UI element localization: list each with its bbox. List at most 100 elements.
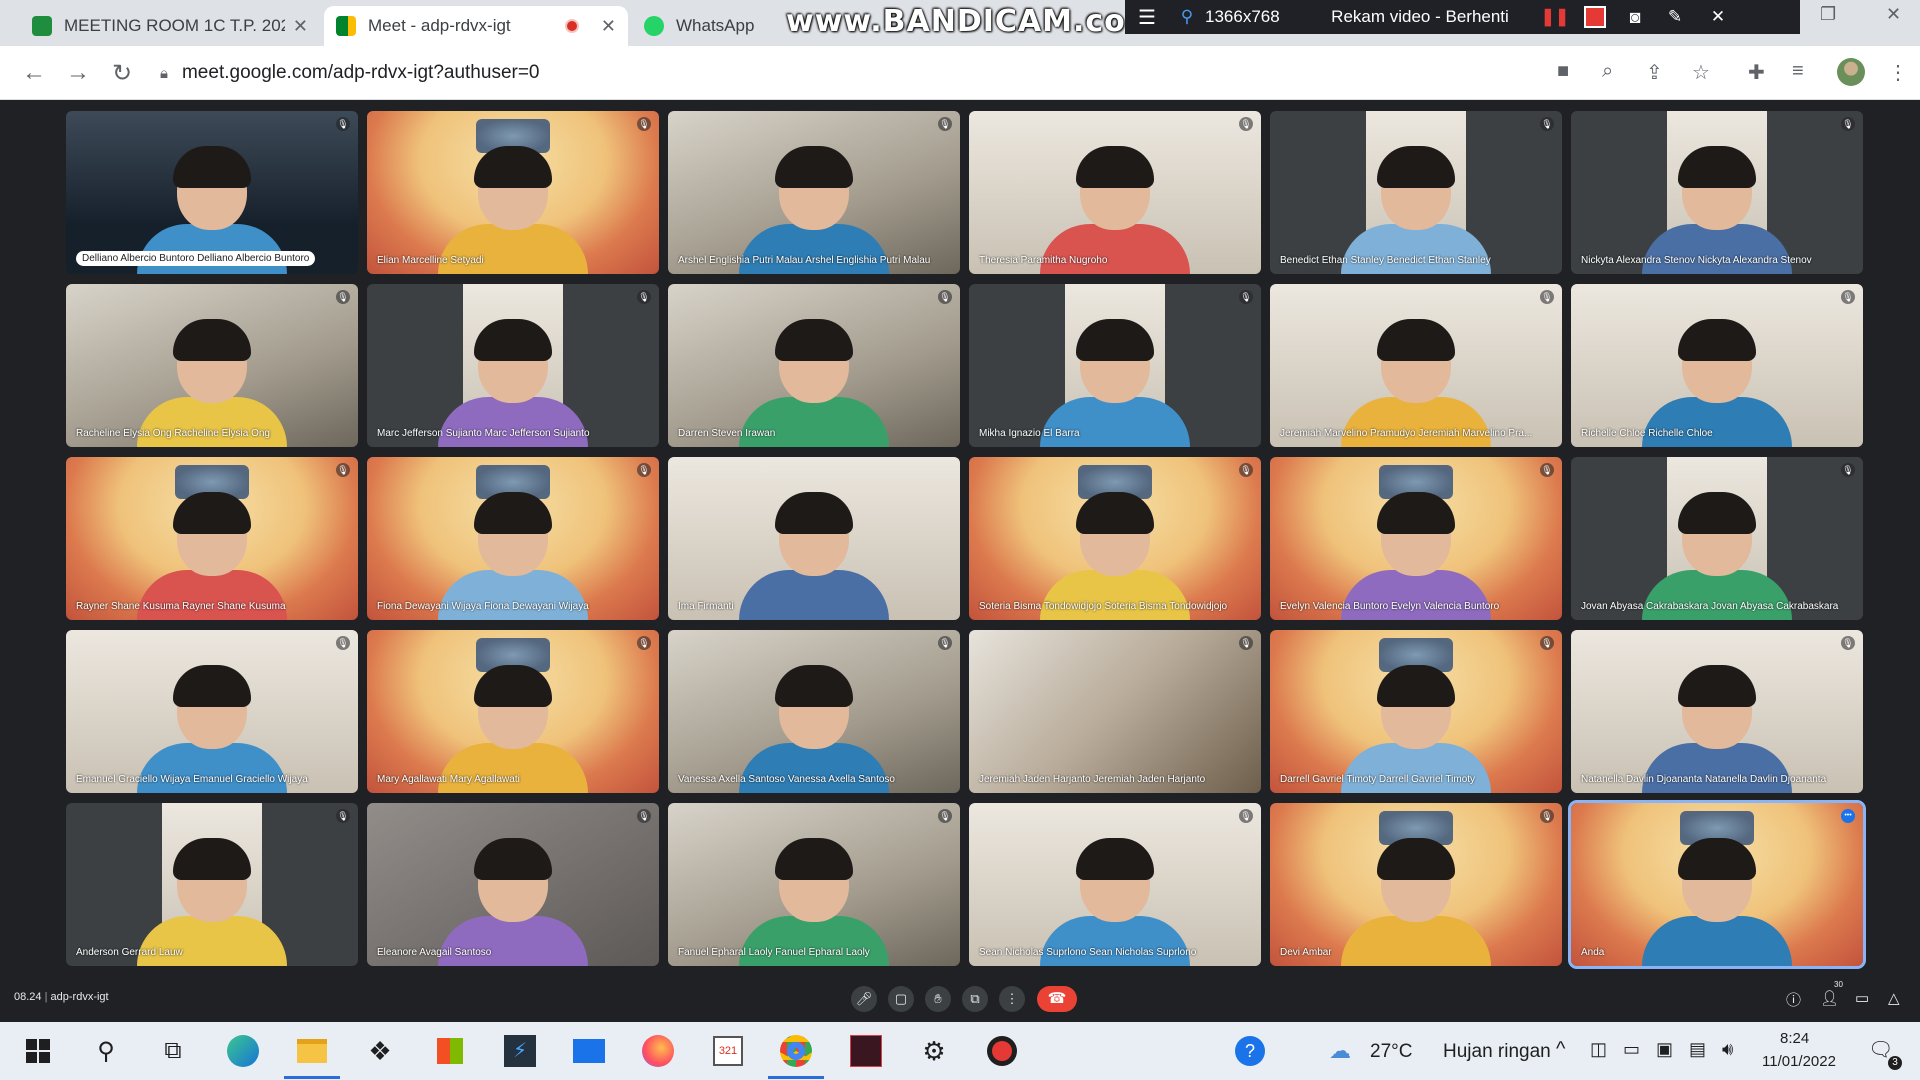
help-icon[interactable]: ? [1232, 1033, 1268, 1069]
restore-window-icon[interactable]: ❐ [1820, 4, 1836, 25]
microphone-button[interactable]: 🎤︎ [851, 986, 877, 1012]
capcut-icon[interactable] [848, 1033, 884, 1069]
mic-muted-icon: 🎙︎ [1841, 117, 1855, 131]
battery-icon[interactable]: ▭ [1623, 1039, 1640, 1060]
stop-button[interactable] [1575, 0, 1615, 34]
store-icon[interactable] [432, 1033, 468, 1069]
chrome-icon[interactable] [778, 1033, 814, 1069]
participant-tile[interactable]: Ima Firmanti [668, 457, 960, 620]
pause-icon[interactable]: ❚❚ [1535, 0, 1575, 34]
power-apps-icon[interactable]: ⚡︎ [502, 1033, 538, 1069]
file-explorer-icon[interactable] [294, 1033, 330, 1069]
reload-icon[interactable]: ↻ [112, 59, 132, 88]
participant-tile[interactable]: 🎙︎ Emanuel Graciello Wijaya Emanuel Graci… [66, 630, 358, 793]
chat-icon[interactable]: ▭ [1855, 989, 1869, 1007]
tab-whatsapp[interactable]: WhatsApp [632, 6, 782, 46]
close-tab-icon[interactable]: ✕ [293, 16, 308, 37]
participant-tile[interactable]: 🎙︎ Natanella Davlin Djoananta Natanella D… [1571, 630, 1863, 793]
bookmark-star-icon[interactable]: ☆ [1692, 60, 1710, 85]
back-icon[interactable]: ← [22, 59, 46, 87]
task-view-icon[interactable]: ⧉ [155, 1033, 191, 1069]
address-bar[interactable]: 🔒︎ meet.google.com/adp-rdvx-igt?authuser… [160, 55, 1540, 91]
network-icon[interactable]: ▤ [1689, 1039, 1706, 1060]
participant-tile[interactable]: 🎙︎ Marc Jefferson Sujianto Marc Jefferson… [367, 284, 659, 447]
more-menu-icon[interactable]: ⋮ [1888, 60, 1908, 85]
participant-tile[interactable]: 🎙︎ Evelyn Valencia Buntoro Evelyn Valenci… [1270, 457, 1562, 620]
participant-tile[interactable]: 🎙︎ Vanessa Axella Santoso Vanessa Axella … [668, 630, 960, 793]
close-tab-icon[interactable]: ✕ [601, 16, 616, 37]
people-icon[interactable]: 👤︎ [1820, 989, 1839, 1007]
raise-hand-button[interactable]: ✋︎ [925, 986, 951, 1012]
edge-icon[interactable] [225, 1033, 261, 1069]
participant-name: Natanella Davlin Djoananta Natanella Dav… [1581, 774, 1827, 785]
clock-date[interactable]: 11/01/2022 [1762, 1053, 1836, 1070]
dropbox-icon[interactable]: ❖ [362, 1033, 398, 1069]
camera-button[interactable]: ▢ [888, 986, 914, 1012]
weather-description[interactable]: Hujan ringan [1443, 1041, 1551, 1063]
settings-gear-icon[interactable]: ⚙ [916, 1033, 952, 1069]
participant-name: Fiona Dewayani Wijaya Fiona Dewayani Wij… [377, 601, 589, 612]
participant-tile[interactable]: 🎙︎ Anderson Gerrard Lauw [66, 803, 358, 966]
resolution-label: 1366x768 [1205, 7, 1280, 26]
profile-avatar[interactable] [1837, 58, 1865, 86]
participant-head [173, 146, 251, 230]
bandicam-record-icon[interactable] [984, 1033, 1020, 1069]
clock-time[interactable]: 8:24 [1780, 1030, 1809, 1047]
camera-icon[interactable]: ■ [1557, 60, 1569, 83]
participant-tile[interactable]: 🎙︎ Benedict Ethan Stanley Benedict Ethan … [1270, 111, 1562, 274]
participant-tile[interactable]: 🎙︎ Theresia Paramitha Nugroho [969, 111, 1261, 274]
meeting-details-icon[interactable]: ⓘ [1786, 989, 1801, 1010]
participant-tile[interactable]: 🎙︎ Richelle Chloe Richelle Chloe [1571, 284, 1863, 447]
participant-tile[interactable]: 🎙︎ Eleanore Avagail Santoso [367, 803, 659, 966]
close-recorder-icon[interactable]: ✕ [1695, 0, 1741, 34]
participant-tile[interactable]: 🎙︎ Darren Steven Irawan [668, 284, 960, 447]
participant-tile[interactable]: 🎙︎ Soteria Bisma Tondowidjojo Soteria Bis… [969, 457, 1261, 620]
participant-tile[interactable]: 🎙︎ Jeremiah Marvelino Pramudyo Jeremiah M… [1270, 284, 1562, 447]
firefox-icon[interactable] [640, 1033, 676, 1069]
participant-tile[interactable]: 🎙︎ Mary Agallawati Mary Agallawati [367, 630, 659, 793]
participant-tile[interactable]: 🎙︎ Rayner Shane Kusuma Rayner Shane Kusum… [66, 457, 358, 620]
participant-tile[interactable]: 🎙︎ Racheline Elysia Ong Racheline Elysia … [66, 284, 358, 447]
weather-temperature[interactable]: 27°C [1370, 1041, 1412, 1063]
screenshot-icon[interactable]: ◙ [1615, 0, 1655, 34]
mic-muted-icon: 🎙︎ [938, 809, 952, 823]
mail-icon[interactable] [571, 1033, 607, 1069]
share-icon[interactable]: ⇪ [1646, 60, 1663, 85]
windows-start-icon[interactable] [20, 1033, 56, 1069]
menu-icon[interactable]: ☰ [1125, 0, 1169, 34]
mic-muted-icon: 🎙︎ [336, 636, 350, 650]
participant-tile[interactable]: 🎙︎ Elian Marcelline Setyadi [367, 111, 659, 274]
present-screen-button[interactable]: ⧉ [962, 986, 988, 1012]
participant-tile[interactable]: 🎙︎ Delliano Albercio Buntoro Delliano Alb… [66, 111, 358, 274]
participant-tile[interactable]: 🎙︎ Arshel Englishia Putri Malau Arshel En… [668, 111, 960, 274]
more-options-button[interactable]: ⋮ [999, 986, 1025, 1012]
pin-icon[interactable]: ⚲ [1169, 0, 1205, 34]
calendar-app-icon[interactable]: 321 [710, 1033, 746, 1069]
leave-call-button[interactable]: ☎︎ [1037, 986, 1077, 1012]
volume-icon[interactable]: 🔊︎ [1722, 1039, 1733, 1060]
search-icon[interactable]: ⚲ [88, 1033, 124, 1069]
participant-tile[interactable]: 🎙︎ Jeremiah Jaden Harjanto Jeremiah Jaden… [969, 630, 1261, 793]
display-icon[interactable]: ▣ [1656, 1039, 1673, 1060]
participant-tile[interactable]: 🎙︎ Fiona Dewayani Wijaya Fiona Dewayani W… [367, 457, 659, 620]
participant-tile[interactable]: 🎙︎ Sean Nicholas Suprlono Sean Nicholas S… [969, 803, 1261, 966]
extensions-icon[interactable]: ✚ [1748, 60, 1765, 85]
participant-tile[interactable]: 🎙︎ Darrell Gavriel Timoty Darrell Gavriel… [1270, 630, 1562, 793]
participant-tile[interactable]: ••• Anda [1568, 800, 1866, 969]
show-hidden-icons-icon[interactable]: ^ [1556, 1038, 1565, 1061]
forward-icon[interactable]: → [66, 59, 90, 87]
participant-tile[interactable]: 🎙︎ Devi Ambar [1270, 803, 1562, 966]
reading-list-icon[interactable]: ≡ [1792, 60, 1804, 83]
participant-tile[interactable]: 🎙︎ Jovan Abyasa Cakrabaskara Jovan Abyasa… [1571, 457, 1863, 620]
meet-tray-icon[interactable]: ◫ [1590, 1039, 1607, 1060]
close-window-icon[interactable]: ✕ [1886, 4, 1901, 25]
participant-tile[interactable]: 🎙︎ Fanuel Epharal Laoly Fanuel Epharal La… [668, 803, 960, 966]
video-grid: 🎙︎ Delliano Albercio Buntoro Delliano Alb… [0, 100, 1920, 978]
tab-meeting-room[interactable]: MEETING ROOM 1C T.P. 202 ✕ [20, 6, 320, 46]
pencil-icon[interactable]: ✎ [1655, 0, 1695, 34]
zoom-icon[interactable]: ⌕ [1602, 60, 1613, 83]
participant-tile[interactable]: 🎙︎ Mikha Ignazio El Barra [969, 284, 1261, 447]
tab-meet[interactable]: Meet - adp-rdvx-igt ✕ [324, 6, 628, 46]
participant-tile[interactable]: 🎙︎ Nickyta Alexandra Stenov Nickyta Alexa… [1571, 111, 1863, 274]
activities-icon[interactable]: △ [1888, 989, 1900, 1007]
